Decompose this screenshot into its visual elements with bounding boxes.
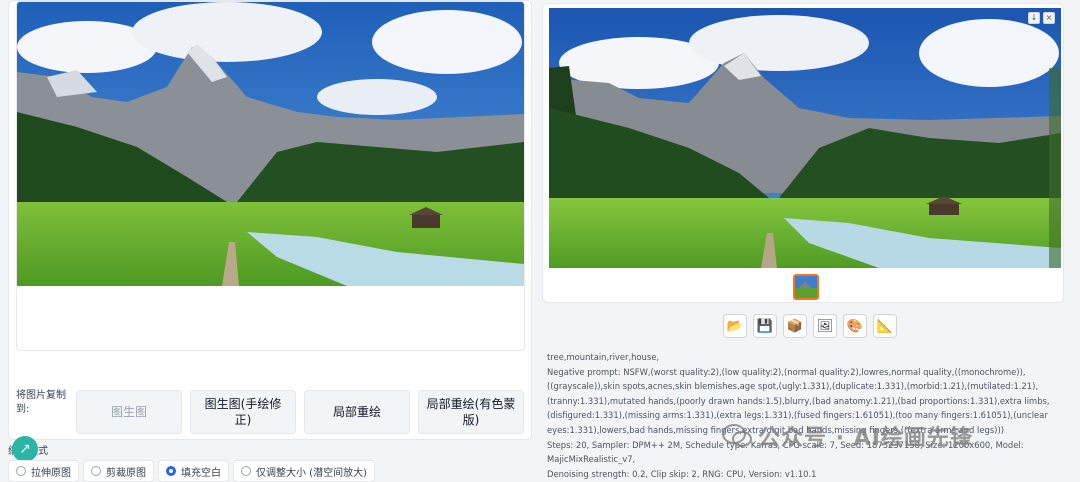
resize-option-label: 拉伸原图: [31, 467, 71, 479]
resize-option-fill[interactable]: 填充空白: [158, 460, 229, 482]
download-icon[interactable]: ↓: [1028, 12, 1040, 24]
zip-icon[interactable]: 📦: [783, 314, 807, 338]
save-icon[interactable]: 💾: [753, 314, 777, 338]
output-panel: ↓ × 📂 💾 📦 🖼 🎨 📐 tree,mountain,river,hous…: [540, 0, 1070, 482]
palette-icon[interactable]: 🎨: [843, 314, 867, 338]
resize-option-label: 填充空白: [181, 467, 221, 479]
resize-option-latent[interactable]: 仅调整大小 (潜空间放大): [233, 460, 375, 482]
gallery-thumbnail[interactable]: [793, 274, 819, 300]
output-gallery: ↓ ×: [542, 3, 1064, 303]
radio-icon: [241, 466, 251, 476]
info-prompt: tree,mountain,river,house,: [547, 352, 660, 362]
output-landscape-image[interactable]: [549, 8, 1061, 268]
watermark: 公众号 · AI绘画先锋: [722, 420, 973, 452]
input-image-box[interactable]: [16, 1, 525, 351]
resize-option-stretch[interactable]: 拉伸原图: [8, 460, 79, 482]
radio-icon: [91, 466, 101, 476]
input-landscape-image: [17, 2, 524, 286]
image-icon[interactable]: 🖼: [813, 314, 837, 338]
thumbnail-image: [795, 276, 817, 298]
ruler-icon[interactable]: 📐: [873, 314, 897, 338]
send-to-sketch-button[interactable]: 图生图(手绘修正): [190, 390, 296, 434]
resize-option-crop[interactable]: 剪裁原图: [83, 460, 154, 482]
output-toolbar: 📂 💾 📦 🖼 🎨 📐: [723, 314, 897, 338]
info-params-2: Denoising strength: 0.2, Clip skip: 2, R…: [547, 468, 817, 479]
send-to-inpaint-sketch-button[interactable]: 局部重绘(有色蒙版): [418, 390, 524, 434]
gallery-top-controls: ↓ ×: [1028, 12, 1055, 24]
send-to-img2img-button[interactable]: 图生图: [76, 390, 182, 434]
wechat-icon: [722, 424, 752, 447]
copy-to-label: 将图片复制到:: [16, 390, 66, 415]
watermark-text: 公众号 · AI绘画先锋: [758, 426, 973, 451]
resize-option-label: 仅调整大小 (潜空间放大): [256, 467, 367, 479]
close-icon[interactable]: ×: [1043, 12, 1055, 24]
folder-icon[interactable]: 📂: [723, 314, 747, 338]
radio-icon: [16, 466, 26, 476]
radio-selected-icon: [166, 466, 176, 476]
generation-info: tree,mountain,river,house, Negative prom…: [547, 350, 1057, 481]
cursor-indicator-icon: ↗: [12, 436, 38, 462]
send-to-inpaint-button[interactable]: 局部重绘: [304, 390, 410, 434]
app-root: 将图片复制到: 图生图 图生图(手绘修正) 局部重绘 局部重绘(有色蒙版) 缩放…: [0, 0, 1080, 482]
resize-option-label: 剪裁原图: [106, 467, 146, 479]
input-panel: 将图片复制到: 图生图 图生图(手绘修正) 局部重绘 局部重绘(有色蒙版): [8, 0, 532, 440]
resize-mode-group: 拉伸原图 剪裁原图 填充空白 仅调整大小 (潜空间放大): [8, 460, 375, 482]
